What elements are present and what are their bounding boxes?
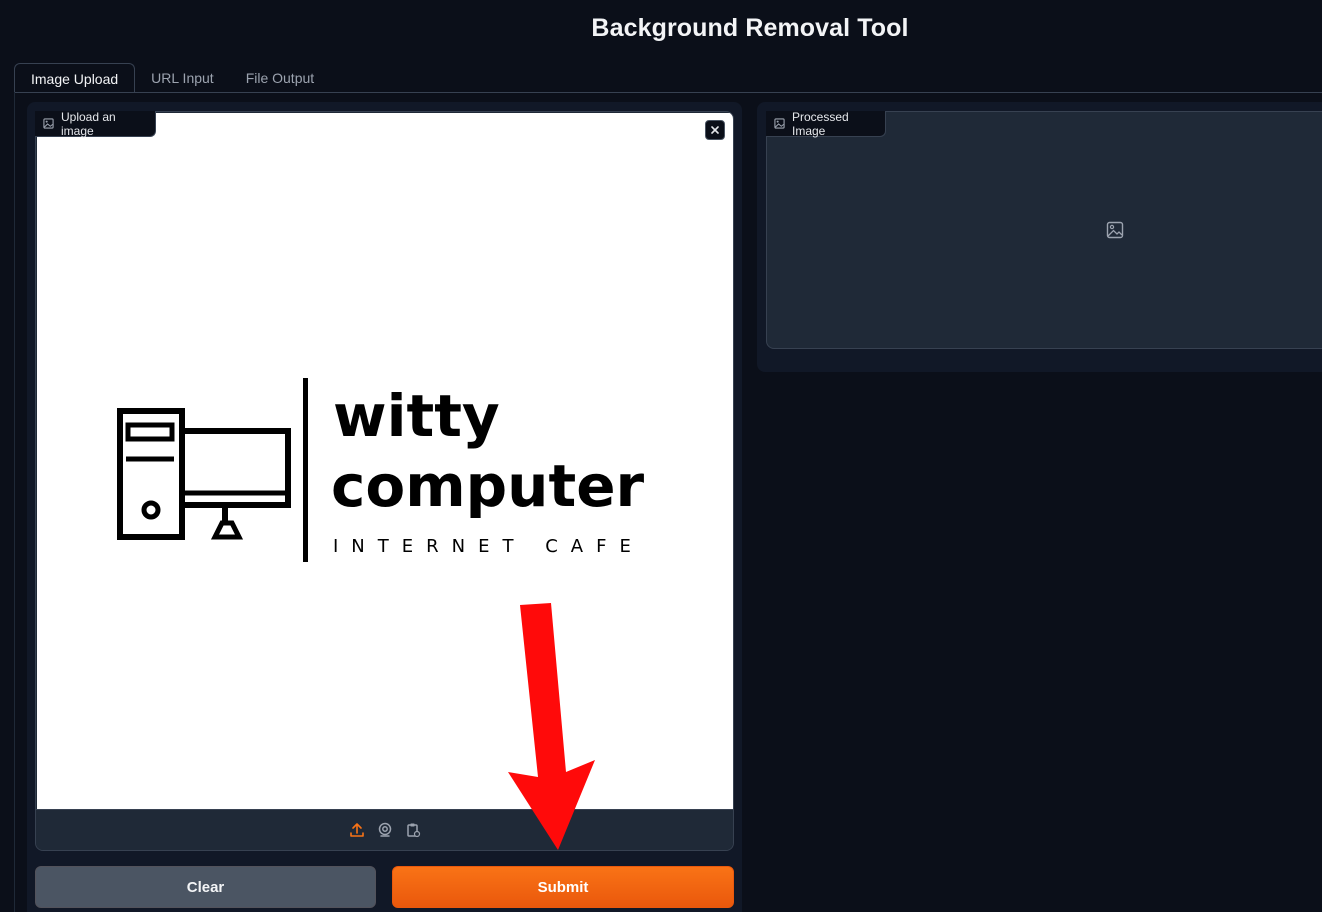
image-upload-area[interactable]: witty computer INTERNET CAFE: [35, 111, 734, 851]
tab-url-input[interactable]: URL Input: [135, 63, 230, 93]
webcam-icon[interactable]: [376, 821, 394, 839]
tab-image-upload[interactable]: Image Upload: [14, 63, 136, 93]
image-source-toolbar: [36, 809, 733, 850]
tab-file-output[interactable]: File Output: [230, 63, 330, 93]
logo-word-witty: witty: [333, 382, 500, 450]
close-icon: [711, 126, 719, 134]
submit-button[interactable]: Submit: [392, 866, 734, 908]
page-title: Background Removal Tool: [591, 14, 909, 42]
clipboard-icon[interactable]: [404, 821, 422, 839]
upload-icon[interactable]: [348, 821, 366, 839]
tab-divider: [14, 92, 1322, 93]
clear-image-button[interactable]: [705, 120, 725, 140]
processed-label: Processed Image: [766, 109, 886, 138]
witty-computer-logo: witty computer INTERNET CAFE: [117, 378, 645, 562]
tab-bar: Image Upload URL Input File Output: [14, 63, 330, 93]
upload-label: Upload an image: [35, 109, 156, 138]
image-icon: [774, 118, 785, 129]
image-icon: [43, 118, 54, 129]
logo-word-computer: computer: [331, 452, 645, 520]
logo-tagline: INTERNET CAFE: [333, 536, 644, 557]
image-placeholder-icon: [1106, 221, 1124, 239]
tab-panel-border: [14, 92, 15, 912]
processed-image-area: [766, 111, 1322, 349]
clear-button[interactable]: Clear: [35, 866, 376, 908]
uploaded-image: witty computer INTERNET CAFE: [37, 113, 733, 810]
upload-label-text: Upload an image: [61, 109, 116, 138]
processed-label-text: Processed Image: [792, 109, 849, 138]
